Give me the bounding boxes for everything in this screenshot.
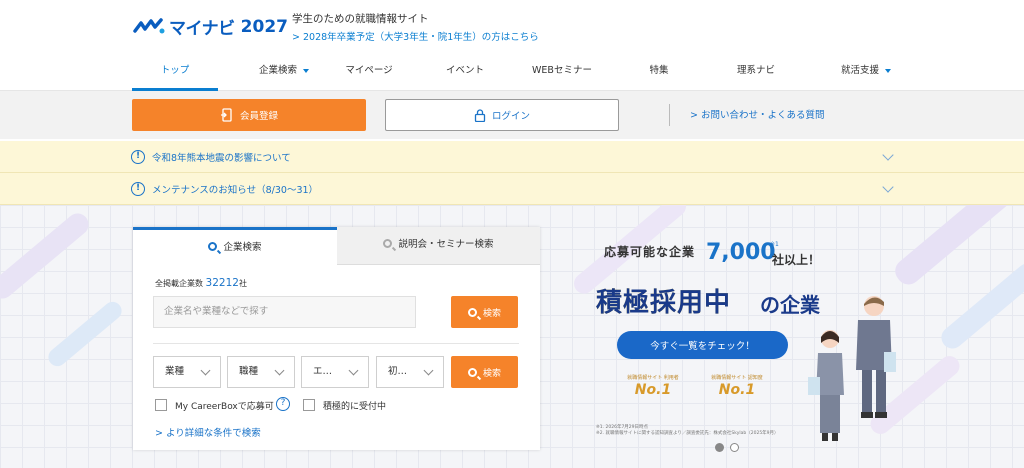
login-label: ログイン <box>491 111 530 122</box>
promo-headline: 積極採用中 <box>596 288 732 318</box>
nav-item-event[interactable]: イベント <box>428 55 502 91</box>
nav-label: 特集 <box>649 65 669 76</box>
nav-label: トップ <box>160 65 190 76</box>
award-badge: 就職情報サイト 認知度 No.1 <box>708 375 766 421</box>
award-caption: 就職情報サイト 利用者 <box>627 375 679 381</box>
help-question-icon[interactable]: ? <box>276 397 290 411</box>
count-value: 32212 <box>205 277 239 289</box>
award-badge: 就職情報サイト 利用者 No.1 <box>624 375 682 421</box>
promo-headline-suffix: の企業 <box>760 293 820 317</box>
active-hiring-checkbox-label[interactable]: 積極的に受付中 <box>323 399 386 412</box>
job-type-select[interactable]: 職種 <box>227 356 295 388</box>
register-icon <box>220 108 232 122</box>
tab-company-search[interactable]: 企業検索 <box>133 227 337 265</box>
grad-2028-link[interactable]: > 2028年卒業予定（大学3年生・院1年生）の方はこちら <box>292 29 539 43</box>
notice-text: 令和8年熊本地震の影響について <box>152 152 291 164</box>
chevron-down-icon <box>882 181 894 193</box>
lock-icon <box>474 108 486 122</box>
search-label: 検索 <box>482 368 501 379</box>
nav-item-top[interactable]: トップ <box>132 55 218 91</box>
search-icon <box>467 307 477 317</box>
search-icon <box>467 367 477 377</box>
search-icon <box>208 242 218 251</box>
company-count: 全掲載企業数 32212社 <box>155 277 247 289</box>
logo-year: 2027 <box>240 16 288 37</box>
promo-footnotes: ※1. 2026年7月29日時点 ※2. 就職情報サイトに関する認知調査より／調… <box>596 425 779 437</box>
area-select[interactable]: エ… <box>301 356 369 388</box>
keyword-search-input[interactable]: 企業名や業種などで探す <box>153 296 416 328</box>
nav-item-job-support[interactable]: 就活支援 <box>818 55 914 91</box>
nav-label: 企業検索 <box>258 65 297 76</box>
promo-count: 7,000 <box>706 240 776 265</box>
logo-text: マイナビ <box>169 19 235 39</box>
nav-label: マイページ <box>345 65 393 76</box>
award-rank: No.1 <box>634 382 672 398</box>
help-faq-link[interactable]: > お問い合わせ・よくある質問 <box>690 107 824 121</box>
active-hiring-checkbox[interactable] <box>303 399 315 411</box>
chevron-down-icon <box>882 149 894 161</box>
count-label: 全掲載企業数 <box>155 279 203 288</box>
advanced-search-link[interactable]: > より詳細な条件で検索 <box>155 425 261 439</box>
notice-bar[interactable]: ! 令和8年熊本地震の影響について <box>0 141 1024 173</box>
award-rank: No.1 <box>718 382 756 398</box>
tab-seminar-search[interactable]: 説明会・セミナー検索 <box>337 227 540 265</box>
site-tagline: 学生のための就職情報サイト <box>292 13 429 25</box>
notice-text: メンテナンスのお知らせ（8/30〜31） <box>152 184 319 196</box>
check-list-button[interactable]: 今すぐ一覧をチェック！ <box>617 331 788 359</box>
main-nav: トップ 企業検索 マイページ イベント WEBセミナー 特集 理系ナビ 就活支援 <box>0 55 1024 91</box>
caret-down-icon <box>885 68 891 73</box>
register-button[interactable]: 会員登録 <box>132 99 366 131</box>
mynavi-logo[interactable]: マイナビ 2027 <box>133 14 288 39</box>
nav-item-rikei-navi[interactable]: 理系ナビ <box>718 55 794 91</box>
careerbox-checkbox[interactable] <box>155 399 167 411</box>
alert-icon: ! <box>131 181 145 196</box>
divider <box>669 104 670 126</box>
award-caption: 就職情報サイト 認知度 <box>711 375 763 381</box>
alert-icon: ! <box>131 149 145 164</box>
tab-label: 説明会・セミナー検索 <box>398 239 494 250</box>
search-icon <box>383 239 393 248</box>
student-man-illustration <box>856 296 896 418</box>
search-label: 検索 <box>482 308 501 319</box>
nav-label: WEBセミナー <box>532 65 592 76</box>
carousel-dot[interactable] <box>730 443 739 452</box>
footnote-line: ※2. 就職情報サイトに関する認知調査より／調査委託先：株式会社Skylab（2… <box>596 431 779 436</box>
nav-item-company-search[interactable]: 企業検索 <box>236 55 332 91</box>
careerbox-checkbox-label[interactable]: My CareerBoxで応募可 <box>175 399 274 412</box>
initial-select[interactable]: 初… <box>376 356 444 388</box>
search-panel: 企業検索 説明会・セミナー検索 全掲載企業数 32212社 企業名や業種などで探… <box>133 227 540 450</box>
caret-down-icon <box>303 68 309 73</box>
industry-select[interactable]: 業種 <box>153 356 221 388</box>
tab-label: 企業検索 <box>223 242 262 253</box>
nav-label: 就活支援 <box>840 65 879 76</box>
promo-line1-suffix: 社以上！ <box>772 253 821 267</box>
divider <box>153 343 519 344</box>
condition-search-button[interactable]: 検索 <box>451 356 518 388</box>
nav-item-mypage[interactable]: マイページ <box>330 55 408 91</box>
nav-label: 理系ナビ <box>736 65 775 76</box>
promo-note-mark: ※1 <box>770 241 779 248</box>
count-unit: 社 <box>238 279 247 288</box>
keyword-search-button[interactable]: 検索 <box>451 296 518 328</box>
login-button[interactable]: ログイン <box>385 99 619 131</box>
logo-mark-icon <box>133 17 165 33</box>
promo-line1: 応募可能な企業 <box>604 245 696 259</box>
nav-item-web-seminar[interactable]: WEBセミナー <box>522 55 602 91</box>
carousel-dot-active[interactable] <box>715 443 724 452</box>
site-header: マイナビ 2027 学生のための就職情報サイト > 2028年卒業予定（大学3年… <box>0 0 1024 55</box>
nav-label: イベント <box>445 65 484 76</box>
nav-item-feature[interactable]: 特集 <box>626 55 692 91</box>
notice-bar[interactable]: ! メンテナンスのお知らせ（8/30〜31） <box>0 173 1024 205</box>
register-label: 会員登録 <box>239 111 278 122</box>
